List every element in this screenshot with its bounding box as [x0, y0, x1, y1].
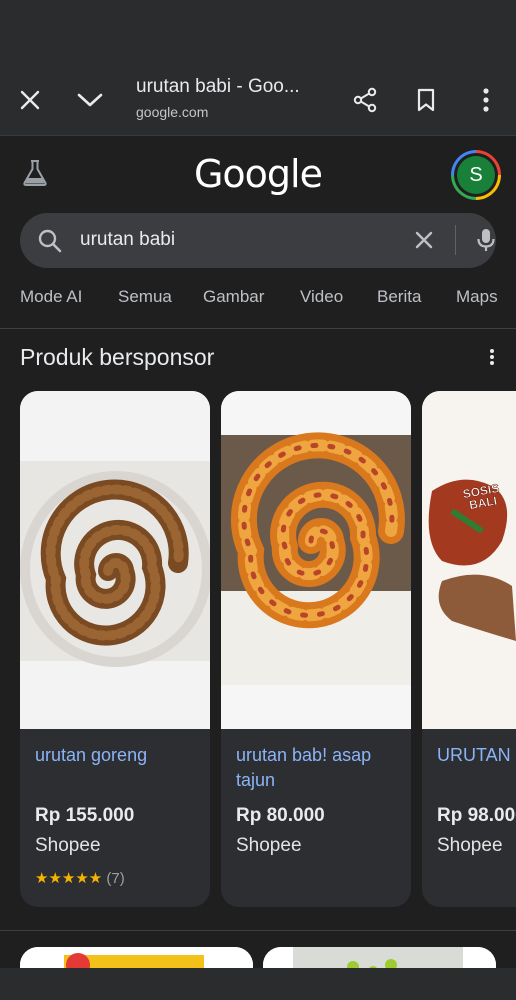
- product-name[interactable]: urutan bab! asap tajun: [236, 743, 401, 793]
- search-box[interactable]: urutan babi: [20, 213, 496, 268]
- product-rating: ★★★★★ (7): [35, 869, 125, 887]
- product-price: Rp 80.000: [236, 805, 325, 826]
- product-price: Rp 155.000: [35, 805, 135, 826]
- page-domain: google.com: [136, 104, 209, 120]
- divider: [0, 930, 516, 931]
- product-name[interactable]: URUTAN BALI BEE: [437, 743, 516, 768]
- system-navigation-bar: [0, 968, 516, 1000]
- star-rating-icon: ★★★★★: [35, 870, 103, 887]
- search-input[interactable]: urutan babi: [80, 229, 175, 251]
- more-options-icon[interactable]: [484, 346, 500, 370]
- google-logo[interactable]: Google: [0, 152, 516, 196]
- tab-semua[interactable]: Semua: [118, 287, 172, 307]
- product-card[interactable]: SOSIS BALI URUTAN BALI BEE Rp 98.000 Sho…: [422, 391, 516, 907]
- search-tabs: Mode AI Semua Gambar Video Berita Maps: [0, 287, 516, 329]
- clear-search-icon[interactable]: [410, 226, 438, 259]
- section-title: Produk bersponsor: [20, 344, 215, 370]
- search-divider: [455, 225, 456, 255]
- product-card[interactable]: urutan bab! asap tajun Rp 80.000 Shopee: [221, 391, 411, 907]
- search-icon: [36, 227, 64, 260]
- tab-title[interactable]: urutan babi - Goo... google.com: [136, 76, 336, 120]
- product-card[interactable]: urutan goreng Rp 155.000 Shopee ★★★★★ (7…: [20, 391, 210, 907]
- google-header: Google: [0, 136, 516, 212]
- account-avatar[interactable]: S: [451, 150, 501, 200]
- tab-gambar[interactable]: Gambar: [203, 287, 264, 307]
- product-store: Shopee: [35, 835, 101, 856]
- product-image: SOSIS BALI: [422, 391, 516, 729]
- product-price: Rp 98.000: [437, 805, 516, 826]
- more-vert-icon[interactable]: [466, 80, 506, 120]
- product-store: Shopee: [236, 835, 302, 856]
- chevron-down-icon[interactable]: [70, 80, 110, 120]
- close-icon[interactable]: [10, 80, 50, 120]
- tab-video[interactable]: Video: [300, 287, 343, 307]
- status-bar: [0, 0, 516, 62]
- bookmark-icon[interactable]: [406, 80, 446, 120]
- share-icon[interactable]: [345, 80, 385, 120]
- tab-berita[interactable]: Berita: [377, 287, 421, 307]
- tab-mode-ai[interactable]: Mode AI: [20, 287, 82, 307]
- product-image: [20, 391, 210, 729]
- tab-maps[interactable]: Maps: [456, 287, 498, 307]
- product-image: [221, 391, 411, 729]
- browser-toolbar: urutan babi - Goo... google.com: [0, 62, 516, 136]
- divider: [0, 328, 516, 329]
- review-count: (7): [106, 870, 125, 887]
- avatar-letter: S: [457, 156, 495, 194]
- microphone-icon[interactable]: [472, 226, 500, 259]
- page-title: urutan babi - Goo...: [136, 76, 300, 97]
- product-name[interactable]: urutan goreng: [35, 743, 200, 768]
- product-store: Shopee: [437, 835, 503, 856]
